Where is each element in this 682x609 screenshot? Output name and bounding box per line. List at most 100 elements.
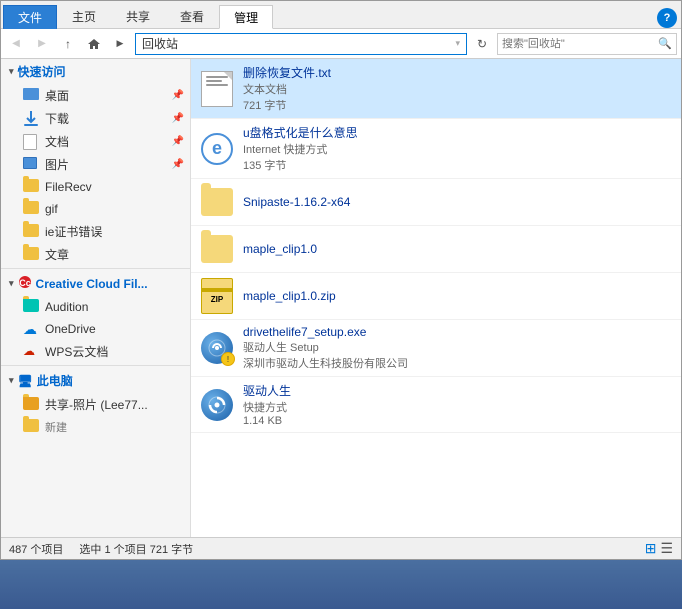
divider2 — [1, 365, 190, 366]
view-toggle: ⊞ ☰ — [645, 540, 673, 557]
sidebar-item-label: 下载 — [45, 110, 69, 127]
refresh-button[interactable]: ↻ — [471, 33, 493, 55]
sidebar-item-filerecv[interactable]: FileRecv — [1, 176, 190, 198]
file-info: 驱动人生 快捷方式 1.14 KB — [243, 382, 673, 427]
file-info: maple_clip1.0.zip — [243, 289, 673, 303]
file-info: Snipaste-1.16.2-x64 — [243, 195, 673, 209]
file-info: u盘格式化是什么意思 Internet 快捷方式 135 字节 — [243, 124, 673, 173]
sidebar-item-audition[interactable]: Audition — [1, 296, 190, 318]
taskbar — [0, 560, 682, 609]
audition-icon — [23, 299, 39, 315]
desktop-icon — [23, 88, 39, 104]
file-name: u盘格式化是什么意思 — [243, 124, 673, 141]
detail-view-button[interactable]: ☰ — [660, 540, 673, 557]
download-icon — [23, 111, 39, 127]
list-view-button[interactable]: ⊞ — [645, 540, 657, 557]
sidebar-item-docs[interactable]: 文档 📌 — [1, 130, 190, 153]
sidebar-item-pics[interactable]: 图片 📌 — [1, 153, 190, 176]
item-count: 487 个项目 — [9, 541, 63, 557]
thispc-icon: 🖥 — [18, 374, 33, 388]
file-icon-folder — [199, 231, 235, 267]
tab-manage[interactable]: 管理 — [219, 5, 273, 29]
sidebar-item-shared[interactable]: 共享-照片 (Lee77... — [1, 393, 190, 416]
sidebar-item-label: Audition — [45, 300, 88, 314]
file-name: drivethelife7_setup.exe — [243, 325, 673, 339]
file-item-delete-restore[interactable]: 删除恢复文件.txt 文本文档 721 字节 — [191, 59, 681, 119]
shared-icon — [23, 397, 39, 413]
folder-icon — [23, 247, 39, 263]
help-button[interactable]: ? — [657, 8, 677, 28]
divider — [1, 268, 190, 269]
file-icon-folder — [199, 184, 235, 220]
wps-icon: ☁ — [23, 344, 39, 360]
breadcrumb-arrow[interactable]: ▶ — [109, 33, 131, 55]
sidebar-item-label: 新建 — [45, 419, 67, 435]
tab-file[interactable]: 文件 — [3, 5, 57, 29]
folder-icon — [23, 201, 39, 217]
back-button[interactable]: ◀ — [5, 33, 27, 55]
address-path[interactable]: 回收站 ▾ — [135, 33, 467, 55]
sidebar-item-desktop[interactable]: 桌面 📌 — [1, 84, 190, 107]
forward-button[interactable]: ▶ — [31, 33, 53, 55]
new-folder-icon — [23, 419, 39, 435]
explorer-window: 文件 主页 共享 查看 管理 ? ◀ ▶ ↑ ▶ 回收站 ▾ ↻ 🔍 — [0, 0, 682, 560]
sidebar-item-onedrive[interactable]: ☁ OneDrive — [1, 318, 190, 340]
quick-access-header[interactable]: ▾ 快速访问 — [1, 59, 190, 84]
sidebar-item-article[interactable]: 文章 — [1, 243, 190, 266]
tab-home[interactable]: 主页 — [57, 4, 111, 28]
file-name: 驱动人生 — [243, 382, 673, 399]
tab-share[interactable]: 共享 — [111, 4, 165, 28]
file-info: drivethelife7_setup.exe 驱动人生 Setup 深圳市驱动… — [243, 325, 673, 371]
sidebar-item-label: gif — [45, 202, 58, 216]
sidebar-item-label: 共享-照片 (Lee77... — [45, 396, 148, 413]
sidebar-item-label: 文章 — [45, 246, 69, 263]
search-box: 🔍 — [497, 33, 677, 55]
file-icon-zip: ZIP — [199, 278, 235, 314]
folder-icon — [23, 179, 39, 195]
search-input[interactable] — [502, 38, 658, 50]
file-size: 1.14 KB — [243, 415, 673, 427]
file-type: Internet 快捷方式 — [243, 141, 673, 157]
file-info: maple_clip1.0 — [243, 242, 673, 256]
onedrive-icon: ☁ — [23, 321, 39, 337]
content-area: 删除恢复文件.txt 文本文档 721 字节 e u盘格式化是什么意思 Inte… — [191, 59, 681, 537]
sidebar-item-gif[interactable]: gif — [1, 198, 190, 220]
sidebar-item-label: WPS云文档 — [45, 343, 108, 360]
file-item-maple-clip[interactable]: maple_clip1.0 — [191, 226, 681, 273]
file-name: Snipaste-1.16.2-x64 — [243, 195, 673, 209]
sidebar-item-ie-cert[interactable]: ie证书错误 — [1, 220, 190, 243]
file-item-snipaste[interactable]: Snipaste-1.16.2-x64 — [191, 179, 681, 226]
sidebar-item-new[interactable]: 新建 — [1, 416, 190, 438]
sidebar-item-wps[interactable]: ☁ WPS云文档 — [1, 340, 190, 363]
quick-access-label: 快速访问 — [18, 63, 66, 80]
file-item-maple-zip[interactable]: ZIP maple_clip1.0.zip — [191, 273, 681, 320]
tab-view[interactable]: 查看 — [165, 4, 219, 28]
file-item-drive-setup[interactable]: ! drivethelife7_setup.exe 驱动人生 Setup 深圳市… — [191, 320, 681, 377]
address-bar: ◀ ▶ ↑ ▶ 回收站 ▾ ↻ 🔍 — [1, 29, 681, 59]
status-bar: 487 个项目 选中 1 个项目 721 字节 ⊞ ☰ — [1, 537, 681, 559]
file-icon-gear — [199, 387, 235, 423]
quick-access-arrow: ▾ — [9, 66, 14, 77]
file-type: 文本文档 — [243, 81, 673, 97]
file-name: maple_clip1.0 — [243, 242, 673, 256]
creative-cloud-header[interactable]: ▾ Cc Creative Cloud Fil... — [1, 271, 190, 296]
sidebar-item-download[interactable]: 下载 📌 — [1, 107, 190, 130]
pin-icon: 📌 — [172, 113, 184, 124]
file-item-drive-life[interactable]: 驱动人生 快捷方式 1.14 KB — [191, 377, 681, 433]
search-button[interactable]: 🔍 — [658, 37, 672, 50]
file-icon-url: e — [199, 131, 235, 167]
sidebar: ▾ 快速访问 桌面 📌 下载 📌 — [1, 59, 191, 537]
selected-info: 选中 1 个项目 721 字节 — [79, 541, 193, 557]
address-text: 回收站 — [142, 35, 178, 52]
file-icon-txt — [199, 71, 235, 107]
file-size: 135 字节 — [243, 157, 673, 173]
pin-icon: 📌 — [172, 90, 184, 101]
address-dropdown[interactable]: ▾ — [455, 38, 460, 49]
thispc-arrow: ▾ — [9, 375, 14, 386]
pin-icon: 📌 — [172, 136, 184, 147]
this-pc-header[interactable]: ▾ 🖥 此电脑 — [1, 368, 190, 393]
up-button[interactable]: ↑ — [57, 33, 79, 55]
folder-icon — [23, 224, 39, 240]
file-item-udisk[interactable]: e u盘格式化是什么意思 Internet 快捷方式 135 字节 — [191, 119, 681, 179]
breadcrumb-home[interactable] — [83, 33, 105, 55]
